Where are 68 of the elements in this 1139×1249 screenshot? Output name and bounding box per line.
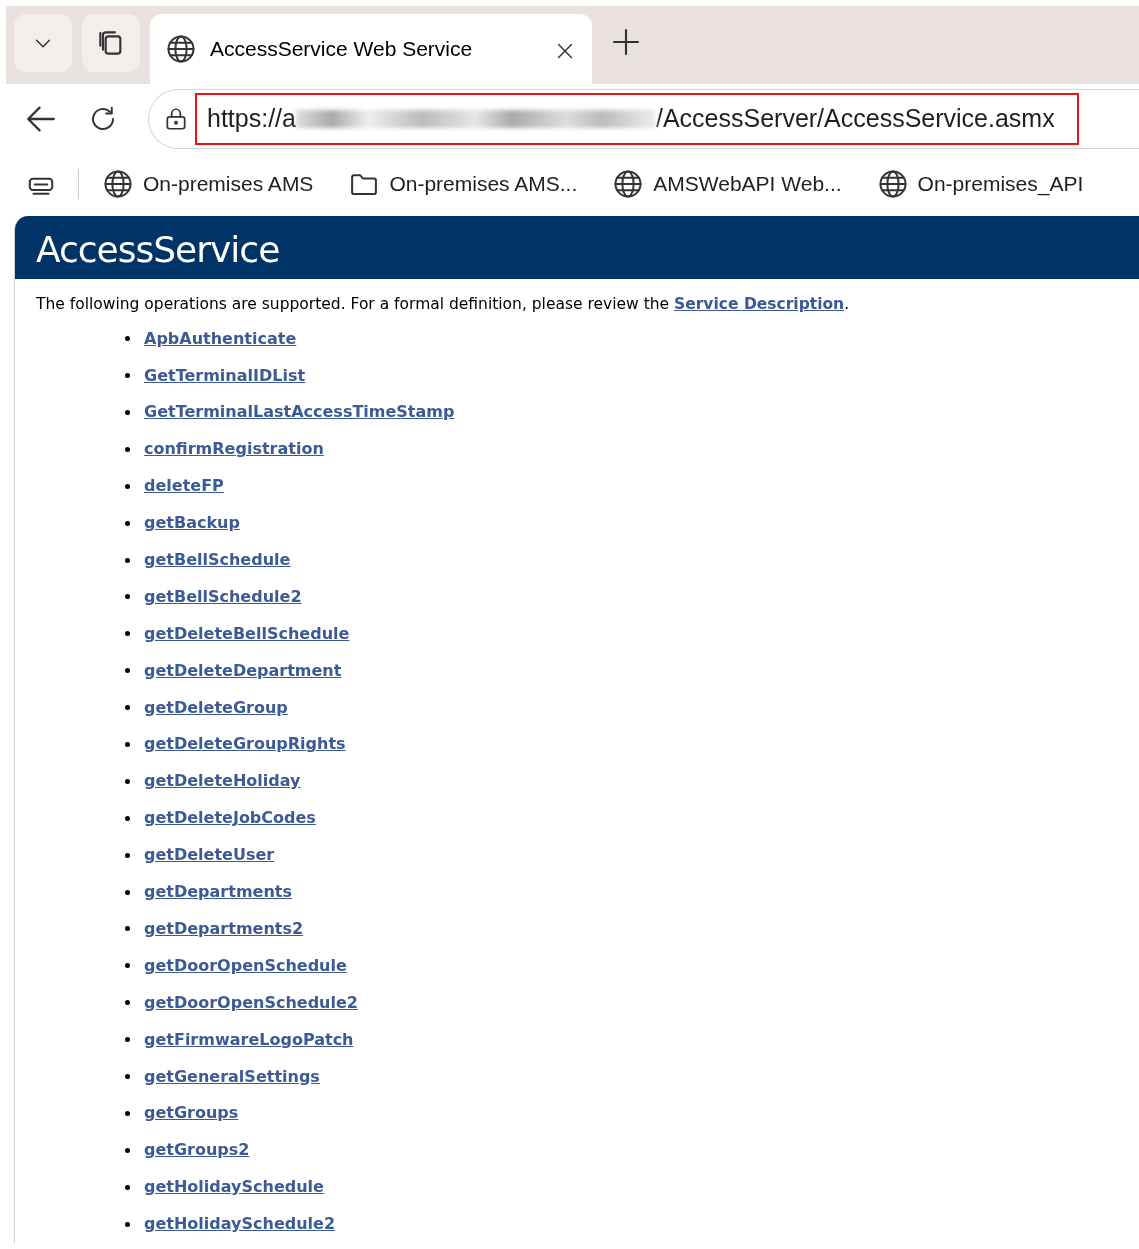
bullet-icon bbox=[125, 1037, 130, 1043]
operation-link[interactable]: getBellSchedule2 bbox=[144, 584, 302, 609]
operation-link[interactable]: getBackup bbox=[144, 511, 240, 536]
operation-link[interactable]: getGeneralSettings bbox=[144, 1064, 320, 1089]
workspaces-button[interactable] bbox=[82, 14, 140, 72]
bullet-icon bbox=[125, 668, 130, 674]
operation-link[interactable]: getDoorOpenSchedule bbox=[144, 953, 347, 978]
bullet-icon bbox=[125, 1000, 130, 1006]
operation-link[interactable]: deleteFP bbox=[144, 474, 224, 499]
bullet-icon bbox=[125, 594, 130, 600]
bullet-icon bbox=[125, 1074, 130, 1079]
bullet-icon bbox=[125, 889, 130, 895]
plus-icon bbox=[610, 26, 642, 58]
service-description-link[interactable]: Service Description bbox=[674, 295, 845, 313]
bullet-icon bbox=[125, 483, 130, 489]
browser-tab[interactable]: AccessService Web Service bbox=[150, 14, 592, 84]
operation-link[interactable]: ApbAuthenticate bbox=[144, 326, 297, 351]
operation-link[interactable]: getHolidaySchedule bbox=[144, 1175, 324, 1200]
bullet-icon bbox=[125, 1221, 130, 1227]
bullet-icon bbox=[125, 520, 130, 526]
bullet-icon bbox=[125, 631, 130, 637]
bullet-icon bbox=[125, 815, 130, 821]
operation-link[interactable]: getDoorOpenSchedule2 bbox=[144, 990, 358, 1015]
bullet-icon bbox=[125, 1147, 130, 1153]
operation-link[interactable]: getHolidaySchedule2 bbox=[144, 1212, 336, 1237]
bullet-icon bbox=[125, 963, 130, 969]
bullet-icon bbox=[125, 1184, 130, 1190]
bullet-icon bbox=[125, 926, 130, 932]
operation-link[interactable]: GetTerminalIDList bbox=[144, 363, 306, 388]
operation-link[interactable]: getDeleteBellSchedule bbox=[144, 621, 350, 646]
new-tab-button[interactable] bbox=[610, 26, 642, 58]
operation-link[interactable]: getGroups2 bbox=[144, 1138, 250, 1163]
page-heading: AccessService bbox=[15, 216, 1139, 279]
bookmark[interactable]: On-premises AMS... bbox=[339, 168, 588, 200]
intro-paragraph: The following operations are supported. For a formal definition, please review the Service Description. bbox=[36, 294, 851, 315]
bullet-icon bbox=[125, 409, 130, 415]
bullet-icon bbox=[125, 852, 130, 858]
operation-link[interactable]: getDeleteUser bbox=[144, 843, 275, 868]
bookmark[interactable]: AMSWebAPI Web... bbox=[603, 168, 852, 200]
url-text[interactable]: https://a bbox=[207, 100, 296, 138]
bullet-icon bbox=[125, 1110, 130, 1116]
globe-icon bbox=[166, 34, 196, 64]
operation-link[interactable]: getDepartments2 bbox=[144, 916, 304, 941]
operation-link[interactable]: getDeleteGroup bbox=[144, 695, 288, 720]
operation-link[interactable]: getDeleteGroupRights bbox=[144, 732, 346, 757]
operation-link[interactable]: getFirmwareLogoPatch bbox=[144, 1027, 354, 1052]
bullet-icon bbox=[125, 557, 130, 563]
globe-icon bbox=[613, 169, 644, 199]
lock-icon bbox=[163, 106, 189, 132]
globe-icon bbox=[103, 169, 133, 199]
operation-link[interactable]: getDeleteJobCodes bbox=[144, 806, 316, 831]
bullet-icon bbox=[125, 742, 130, 747]
operation-link[interactable]: getDeleteHoliday bbox=[144, 769, 301, 794]
operation-link[interactable]: GetTerminalLastAccessTimeStamp bbox=[144, 400, 455, 425]
bullet-icon bbox=[125, 705, 130, 711]
bullet-icon bbox=[125, 336, 130, 342]
url-text[interactable]: /AccessServer/AccessService.asmx bbox=[655, 100, 1055, 138]
bullet-icon bbox=[125, 446, 130, 452]
globe-icon bbox=[877, 169, 908, 199]
bullet-icon bbox=[125, 778, 130, 784]
operation-link[interactable]: getDepartments bbox=[144, 880, 292, 905]
bookmark[interactable]: On-premises_API bbox=[867, 168, 1094, 200]
bookmark[interactable]: On-premises AMS bbox=[93, 168, 324, 200]
operation-link[interactable]: getBellSchedule bbox=[144, 548, 291, 573]
bullet-icon bbox=[125, 373, 130, 379]
operation-link[interactable]: confirmRegistration bbox=[144, 437, 324, 462]
operation-link[interactable]: getGroups bbox=[144, 1101, 239, 1126]
operation-link[interactable]: getDeleteDepartment bbox=[144, 658, 342, 683]
